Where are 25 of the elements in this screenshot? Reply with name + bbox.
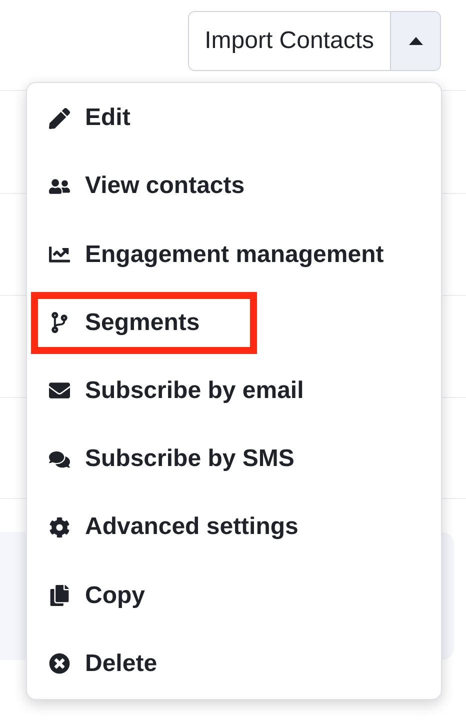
chart-line-icon (47, 244, 71, 266)
menu-item[interactable]: Subscribe by SMS (27, 425, 441, 494)
menu-item[interactable]: Segments (28, 288, 260, 357)
menu-item-label: Subscribe by email (85, 376, 304, 405)
chat-bubbles-icon (47, 448, 71, 470)
menu-item[interactable]: Subscribe by email (27, 356, 441, 426)
menu-item[interactable]: Delete (27, 630, 441, 698)
settings-icon (47, 516, 71, 538)
menu-item-label: Delete (85, 650, 158, 678)
dropdown-toggle-button[interactable] (390, 12, 440, 70)
menu-item-label: Engagement management (85, 240, 384, 269)
menu-item-label: Copy (85, 582, 145, 610)
menu-item[interactable]: Engagement management (27, 220, 441, 289)
caret-icon (408, 37, 422, 45)
pencil-icon (47, 108, 71, 129)
menu-item[interactable]: Edit (27, 84, 441, 152)
menu-item[interactable]: Copy (27, 562, 441, 630)
menu-item-label: Edit (85, 104, 130, 132)
menu-item[interactable]: Advanced settings (27, 493, 441, 562)
menu-item-label: Segments (85, 308, 200, 337)
menu-item[interactable]: View contacts (27, 152, 441, 220)
menu-item-label: View contacts (85, 172, 245, 200)
envelope-icon (47, 380, 71, 402)
menu-item-label: Advanced settings (85, 513, 298, 542)
menu-item-label: Subscribe by SMS (85, 445, 294, 474)
